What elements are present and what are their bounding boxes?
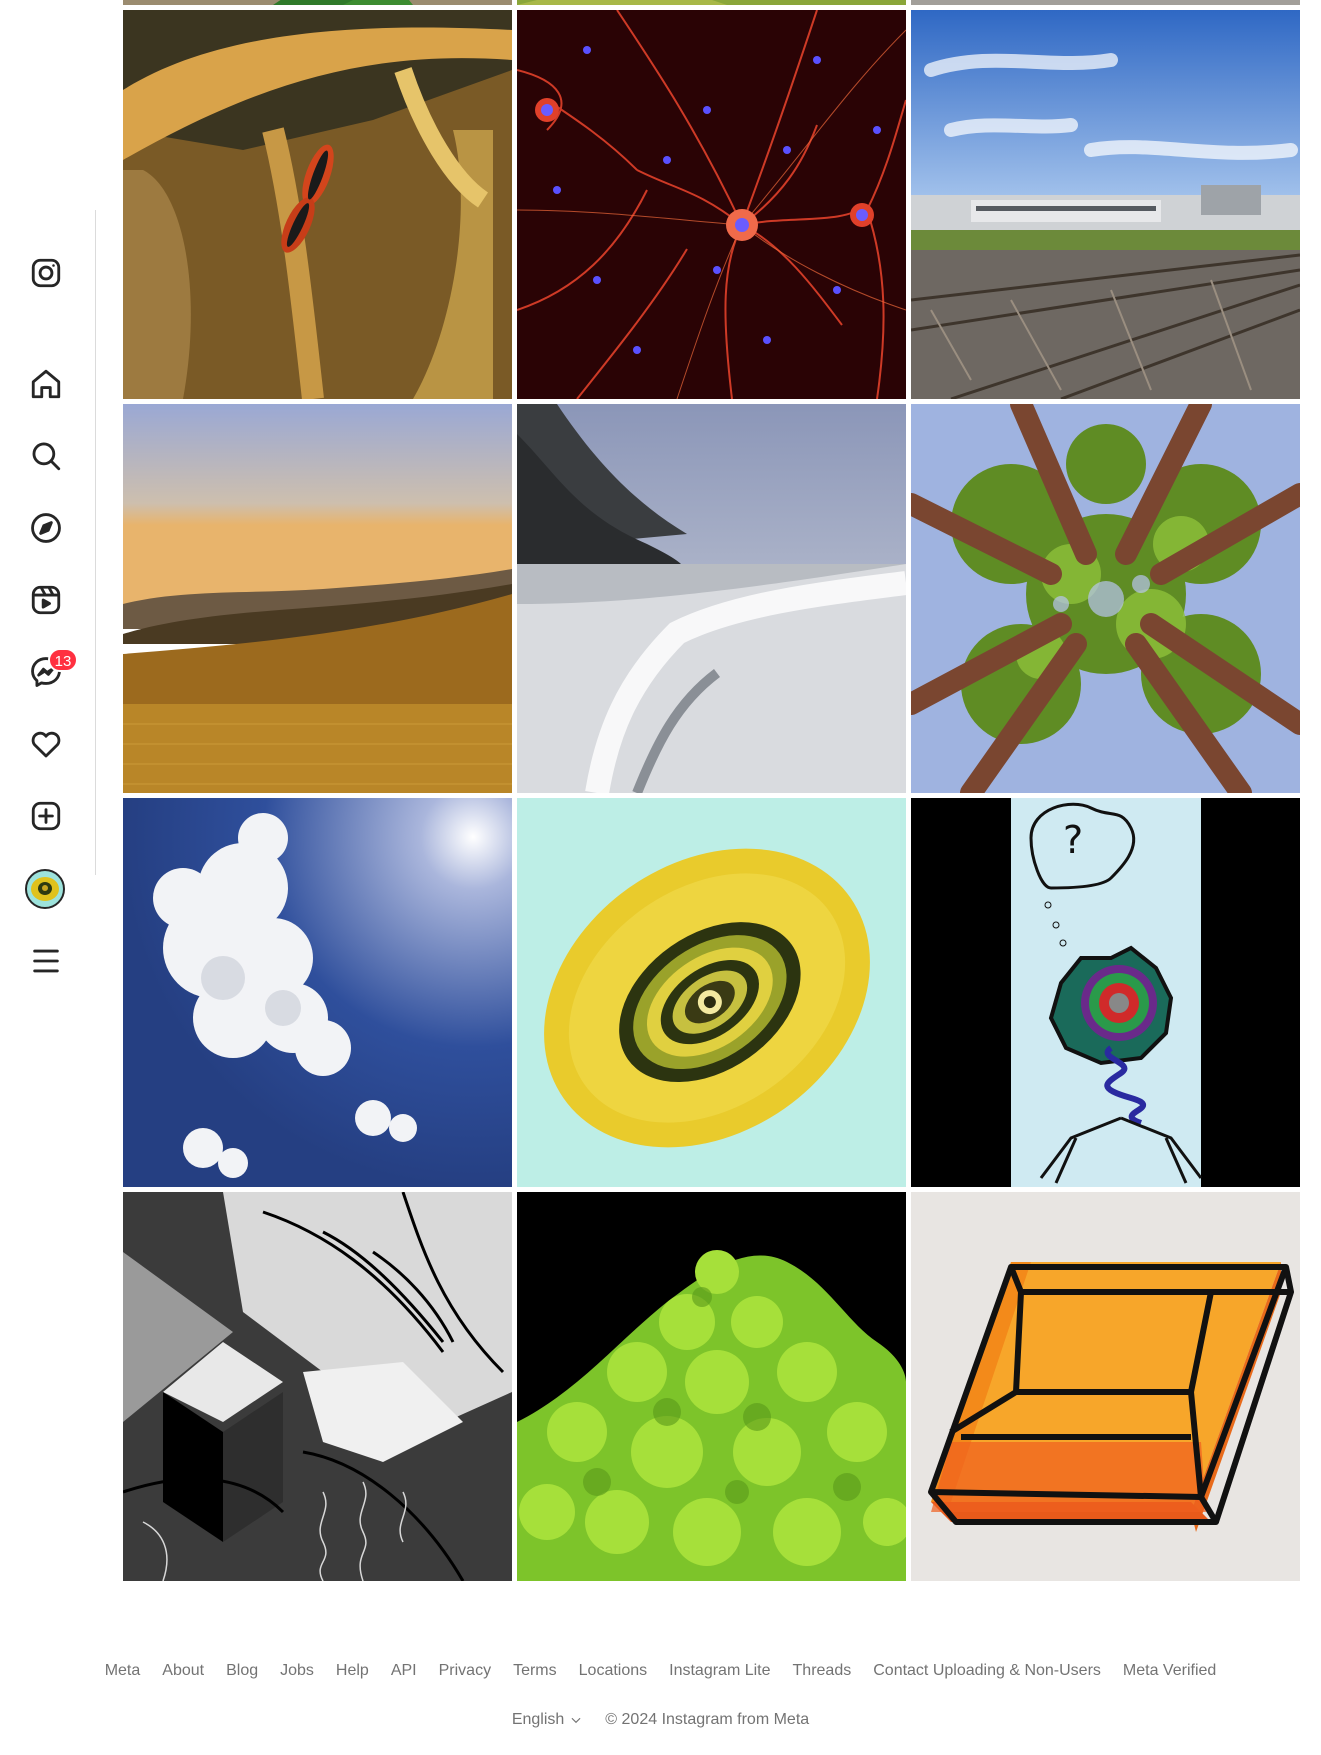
post-tile[interactable]: [911, 1192, 1300, 1581]
post-tile[interactable]: [123, 1192, 512, 1581]
footer-link-threads[interactable]: Threads: [793, 1662, 852, 1680]
footer-link-about[interactable]: About: [162, 1662, 204, 1680]
footer-link-meta-verified[interactable]: Meta Verified: [1123, 1662, 1216, 1680]
footer-link-locations[interactable]: Locations: [579, 1662, 648, 1680]
reels-icon[interactable]: [25, 579, 67, 621]
profile-avatar[interactable]: [25, 869, 65, 909]
footer-link-privacy[interactable]: Privacy: [439, 1662, 491, 1680]
post-tile[interactable]: [123, 0, 512, 5]
post-tile[interactable]: [911, 404, 1300, 793]
footer-link-jobs[interactable]: Jobs: [280, 1662, 314, 1680]
messages-badge: 13: [48, 648, 78, 672]
footer-link-help[interactable]: Help: [336, 1662, 369, 1680]
chevron-down-icon: [571, 1717, 581, 1724]
footer-link-terms[interactable]: Terms: [513, 1662, 557, 1680]
post-tile[interactable]: [123, 798, 512, 1187]
post-tile[interactable]: [517, 404, 906, 793]
home-icon[interactable]: [25, 363, 67, 405]
search-icon[interactable]: [25, 435, 67, 477]
post-tile[interactable]: [517, 1192, 906, 1581]
footer-link-meta[interactable]: Meta: [105, 1662, 141, 1680]
post-tile[interactable]: [517, 798, 906, 1187]
footer-link-instagram-lite[interactable]: Instagram Lite: [669, 1662, 770, 1680]
post-tile[interactable]: [911, 0, 1300, 5]
post-tile[interactable]: [517, 10, 906, 399]
copyright: © 2024 Instagram from Meta: [605, 1711, 810, 1728]
instagram-logo-icon[interactable]: [25, 252, 67, 294]
footer-link-api[interactable]: API: [391, 1662, 417, 1680]
create-icon[interactable]: [25, 795, 67, 837]
sidebar-divider: [95, 210, 96, 875]
sidebar: 13: [0, 0, 96, 1755]
footer-bottom: English © 2024 Instagram from Meta: [0, 1711, 1321, 1729]
post-tile[interactable]: [911, 10, 1300, 399]
heart-icon[interactable]: [25, 723, 67, 765]
footer-link-contact-uploading[interactable]: Contact Uploading & Non-Users: [873, 1662, 1101, 1680]
post-tile[interactable]: [123, 404, 512, 793]
footer-links: Meta About Blog Jobs Help API Privacy Te…: [0, 1662, 1321, 1680]
svg-text:?: ?: [1063, 818, 1083, 862]
language-selector[interactable]: English: [512, 1711, 583, 1729]
post-tile[interactable]: [123, 10, 512, 399]
post-tile[interactable]: [517, 0, 906, 5]
language-label: English: [511, 1711, 565, 1728]
post-tile[interactable]: ?: [911, 798, 1300, 1187]
footer-link-blog[interactable]: Blog: [226, 1662, 258, 1680]
menu-icon[interactable]: [25, 940, 67, 982]
explore-icon[interactable]: [25, 507, 67, 549]
